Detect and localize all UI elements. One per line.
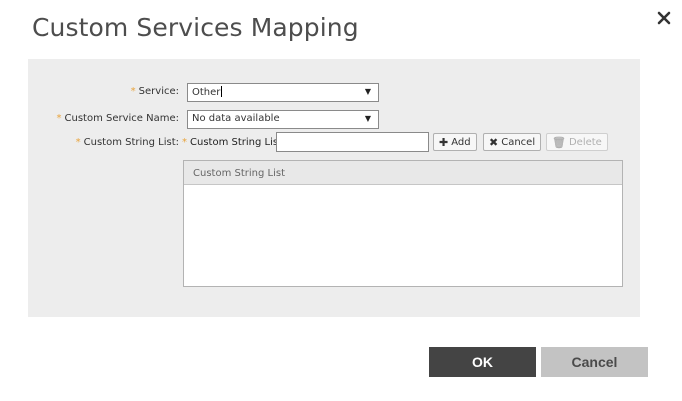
cancel-string-button[interactable]: ✖ Cancel: [483, 133, 542, 151]
close-icon: [657, 11, 671, 25]
required-mark: *: [56, 113, 62, 124]
trash-icon: 🗑: [552, 135, 566, 149]
required-mark: *: [130, 86, 136, 97]
custom-service-name-select[interactable]: No data available ▼: [187, 110, 379, 129]
ok-button[interactable]: OK: [429, 347, 536, 377]
dialog-title: Custom Services Mapping: [32, 13, 359, 42]
required-mark: *: [182, 137, 187, 148]
add-button[interactable]: ✚ Add: [433, 133, 477, 151]
custom-service-name-value: No data available: [192, 113, 280, 124]
service-label: * Service:: [130, 86, 179, 97]
service-select-value: Other: [192, 87, 221, 98]
cancel-button[interactable]: Cancel: [541, 347, 648, 377]
x-icon: ✖: [489, 135, 499, 149]
chevron-down-icon: ▼: [364, 87, 371, 96]
required-mark: *: [75, 137, 81, 148]
chevron-down-icon: ▼: [364, 114, 371, 123]
plus-icon: ✚: [439, 135, 449, 149]
text-cursor: [221, 86, 223, 97]
custom-string-list-table: Custom String List: [183, 160, 623, 287]
close-button[interactable]: [654, 8, 674, 28]
custom-service-name-label: * Custom Service Name:: [56, 113, 180, 124]
custom-string-input-label: * Custom String List: [182, 137, 282, 148]
form-panel: * Service: Other ▼ * Custom Service Name: …: [28, 59, 640, 317]
table-header: Custom String List: [184, 161, 622, 185]
custom-string-input[interactable]: [276, 132, 429, 152]
delete-button[interactable]: 🗑 Delete: [546, 133, 608, 151]
custom-string-list-label: * Custom String List:: [75, 137, 179, 148]
service-select[interactable]: Other ▼: [187, 83, 379, 102]
